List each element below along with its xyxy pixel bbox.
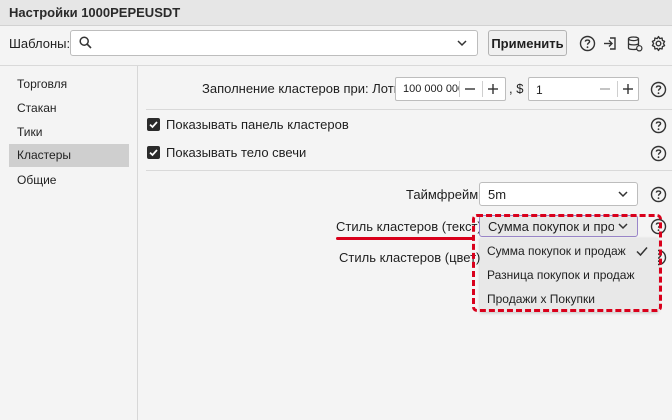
sidebar-item-clusters[interactable]: Кластеры — [9, 144, 129, 167]
lots-stepper[interactable]: 100 000 000 — [395, 77, 506, 101]
sidebar-item-ticks[interactable]: Тики — [9, 121, 129, 144]
sidebar-item-orderbook[interactable]: Стакан — [9, 97, 129, 120]
sidebar: Торговля Стакан Тики Кластеры Общие — [0, 66, 138, 420]
lots-value: 100 000 000 — [403, 83, 459, 95]
section-divider — [146, 109, 672, 110]
usd-plus-button[interactable] — [618, 80, 638, 98]
templates-select[interactable] — [70, 30, 478, 56]
annotation-underline — [336, 237, 474, 240]
color-style-label: Стиль кластеров (цвет): — [339, 250, 484, 265]
text-style-label: Стиль кластеров (текст): — [336, 219, 486, 234]
gear-icon[interactable] — [648, 33, 668, 53]
help-icon[interactable] — [650, 145, 667, 162]
show-panel-label: Показывать панель кластеров — [166, 117, 349, 132]
import-icon[interactable] — [600, 33, 620, 53]
section-divider — [146, 170, 672, 171]
templates-value — [75, 35, 447, 51]
currency-separator: , $ — [509, 81, 524, 96]
sidebar-item-general[interactable]: Общие — [9, 169, 129, 192]
sidebar-item-trading[interactable]: Торговля — [9, 73, 129, 96]
window-title: Настройки 1000PEPEUSDT — [9, 5, 181, 20]
usd-minus-button[interactable] — [595, 80, 615, 98]
usd-value: 1 — [536, 83, 543, 97]
timeframe-label: Таймфрейм: — [406, 187, 482, 202]
timeframe-value: 5m — [488, 187, 507, 202]
help-icon[interactable] — [650, 81, 667, 98]
show-panel-checkbox[interactable] — [147, 118, 160, 131]
help-icon[interactable] — [577, 33, 597, 53]
apply-button[interactable]: Применить — [488, 30, 567, 56]
fill-clusters-label: Заполнение кластеров при: Лоты — [202, 81, 404, 96]
database-icon[interactable] — [624, 33, 644, 53]
annotation-frame — [472, 214, 662, 312]
lots-minus-button[interactable] — [460, 80, 480, 98]
templates-label: Шаблоны: — [9, 36, 71, 51]
lots-plus-button[interactable] — [483, 80, 503, 98]
help-icon[interactable] — [650, 186, 667, 203]
chevron-down-icon — [455, 36, 469, 53]
help-icon[interactable] — [650, 117, 667, 134]
timeframe-select[interactable]: 5m — [479, 182, 638, 206]
chevron-down-icon — [616, 187, 630, 201]
show-body-label: Показывать тело свечи — [166, 145, 307, 160]
usd-stepper[interactable]: 1 — [528, 77, 639, 101]
show-body-checkbox[interactable] — [147, 146, 160, 159]
